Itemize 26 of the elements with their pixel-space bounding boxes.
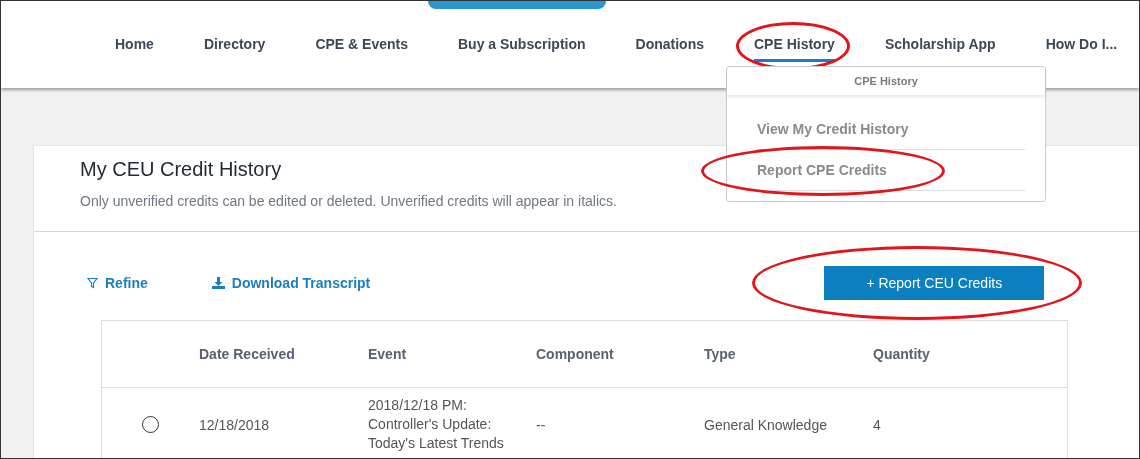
filter-icon: [87, 277, 98, 289]
nav-link[interactable]: How Do I...: [1045, 36, 1118, 62]
download-link[interactable]: Download Transcript: [211, 275, 371, 291]
table-cell-text: 4: [873, 416, 882, 433]
refine-link[interactable]: Refine: [87, 275, 148, 291]
nav-link[interactable]: CPE History: [754, 36, 835, 62]
page-subtitle: Only unverified credits can be edited or deleted. Unverified credits will appear in italics.: [80, 193, 618, 209]
column-header: Event: [368, 346, 408, 362]
column-header: Quantity: [873, 346, 931, 362]
table-cell-text: --: [536, 416, 547, 433]
table-cell-text: General Knowledge: [704, 416, 828, 433]
nav-link[interactable]: Directory: [203, 36, 266, 62]
column-header: Type: [704, 346, 737, 362]
table-cell-text: 2018/12/18 PM: Controller's Update: Today's Latest Trends: [368, 396, 505, 453]
column-header: Date Received: [199, 346, 296, 362]
download-icon: [211, 277, 225, 289]
dropdown-title: CPE History: [727, 67, 1045, 95]
report-credits-button[interactable]: + Report CEU Credits: [824, 266, 1045, 300]
table-cell-text: 12/18/2018: [199, 416, 271, 433]
column-header: Component: [536, 346, 615, 362]
nav-link[interactable]: CPE & Events: [315, 36, 408, 62]
nav-link[interactable]: Home: [115, 36, 154, 62]
nav-link[interactable]: Donations: [635, 36, 704, 62]
nav-link[interactable]: Buy a Subscription: [457, 36, 586, 62]
page-title: My CEU Credit History: [80, 158, 282, 181]
nav-link[interactable]: Scholarship App: [884, 36, 996, 62]
